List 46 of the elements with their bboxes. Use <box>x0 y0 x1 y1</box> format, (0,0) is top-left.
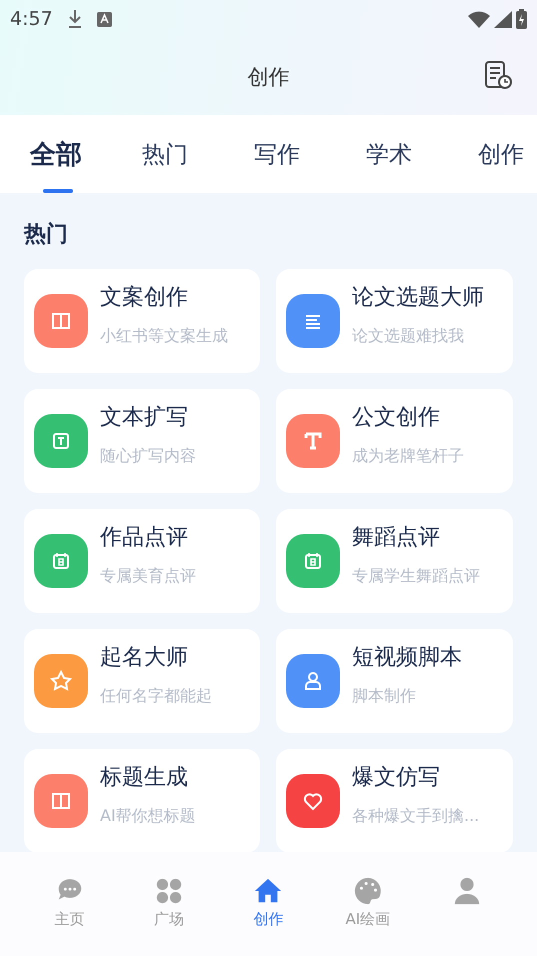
wifi-icon <box>468 10 490 28</box>
tool-title: 作品点评 <box>100 524 189 552</box>
tool-card[interactable]: 爆文仿写 各种爆文手到擒... <box>276 749 513 852</box>
category-tab[interactable]: 创作 <box>478 115 524 193</box>
tool-card[interactable]: 起名大师 任何名字都能起 <box>24 629 260 733</box>
tool-title: 起名大师 <box>100 644 189 672</box>
category-tab[interactable]: 热门 <box>142 115 254 193</box>
tool-description: 脚本制作 <box>352 686 417 706</box>
category-tab[interactable]: 写作 <box>254 115 366 193</box>
tool-description: 专属美育点评 <box>100 566 196 586</box>
keyboard-icon <box>96 12 112 26</box>
section-title: 热门 <box>24 220 69 249</box>
tool-description: 论文选题难找我 <box>352 326 465 346</box>
battery-icon <box>516 9 527 29</box>
tool-description: 任何名字都能起 <box>100 686 212 706</box>
tool-description: AI帮你想标题 <box>100 806 196 826</box>
tool-card[interactable]: 舞蹈点评 专属学生舞蹈点评 <box>276 509 513 613</box>
signal-icon <box>494 10 512 28</box>
tool-card[interactable]: 公文创作 成为老牌笔杆子 <box>276 389 513 493</box>
download-icon <box>66 9 83 29</box>
tool-title: 爆文仿写 <box>352 764 441 792</box>
tool-title: 舞蹈点评 <box>352 524 441 552</box>
tool-title: 文案创作 <box>100 284 189 312</box>
tool-title: 标题生成 <box>100 764 189 792</box>
tool-description: 成为老牌笔杆子 <box>352 446 464 466</box>
tool-card[interactable]: 作品点评 专属美育点评 <box>24 509 260 613</box>
palette-icon <box>352 876 383 906</box>
tool-title: 短视频脚本 <box>352 644 462 672</box>
tool-card[interactable]: 文案创作 小红书等文案生成 <box>24 269 260 373</box>
tool-title: 公文创作 <box>352 404 441 432</box>
tool-description: 各种爆文手到擒... <box>352 806 480 826</box>
category-tab[interactable]: 全部 <box>30 115 142 193</box>
tool-description: 随心扩写内容 <box>100 446 196 466</box>
tool-description: 专属学生舞蹈点评 <box>352 566 480 586</box>
tool-description: 小红书等文案生成 <box>100 326 228 346</box>
history-icon[interactable] <box>483 60 513 90</box>
tool-card[interactable]: 短视频脚本 脚本制作 <box>276 629 513 733</box>
nav-tab[interactable]: 创作 <box>228 852 308 956</box>
page-title: 创作 <box>248 64 290 90</box>
tool-title: 论文选题大师 <box>352 284 484 312</box>
tool-card[interactable]: 文本扩写 随心扩写内容 <box>24 389 260 493</box>
tool-card[interactable]: 标题生成 AI帮你想标题 <box>24 749 260 852</box>
tool-card[interactable]: 论文选题大师 论文选题难找我 <box>276 269 513 373</box>
category-tab[interactable]: 学术 <box>366 115 478 193</box>
tool-title: 文本扩写 <box>100 404 189 432</box>
status-time: 4:57 <box>10 8 53 30</box>
